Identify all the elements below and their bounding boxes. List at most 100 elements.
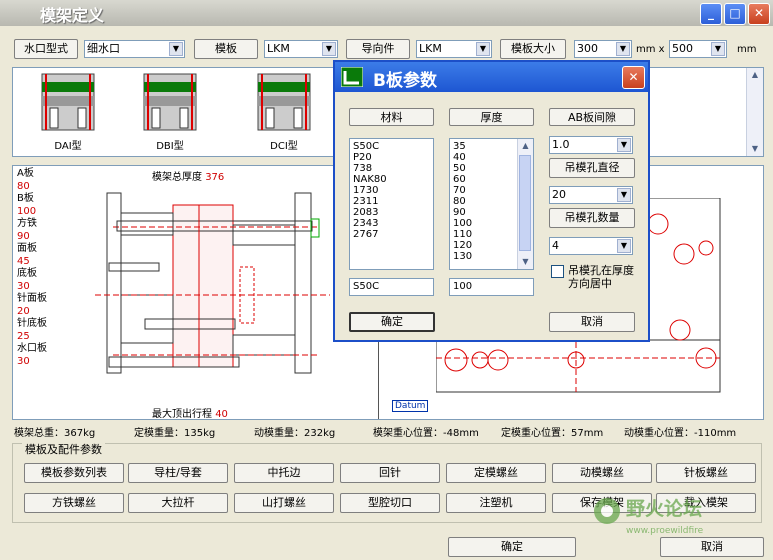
dialog-close-button[interactable]: ✕ xyxy=(622,66,645,89)
ab-gap-button[interactable]: AB板间隙 xyxy=(549,108,635,126)
moving-screw-button[interactable]: 动模螺丝 xyxy=(552,463,652,483)
moving-weight: 动模重量：232kg xyxy=(254,428,336,439)
spacer-screw-button[interactable]: 方铁螺丝 xyxy=(24,493,124,513)
height-select[interactable]: 500 ▼ xyxy=(669,40,727,58)
plate-name: 针底板 xyxy=(17,318,47,329)
maximize-button[interactable]: □ xyxy=(724,3,746,25)
thumb-dbi[interactable]: DBI型 xyxy=(130,72,210,152)
list-item[interactable]: NAK80 xyxy=(353,174,430,185)
watermark-url: www.proewildfire xyxy=(626,526,704,536)
scroll-up-icon[interactable]: ▲ xyxy=(747,68,763,82)
width-select[interactable]: 300 ▼ xyxy=(574,40,632,58)
mold-button[interactable]: 模板 xyxy=(194,39,258,59)
hole-diameter-select[interactable]: 20 ▼ xyxy=(549,186,633,204)
window-title: 模架定义 xyxy=(40,6,105,25)
plate-name: 底板 xyxy=(17,268,37,279)
moving-center: 动模重心位置：-110mm xyxy=(624,428,737,439)
hole-count-value: 4 xyxy=(552,239,559,252)
return-pin-button[interactable]: 回针 xyxy=(340,463,440,483)
chevron-down-icon: ▼ xyxy=(711,42,725,56)
scroll-thumb[interactable] xyxy=(519,155,531,251)
scroll-down-icon[interactable]: ▼ xyxy=(518,255,533,269)
fixed-screw-button[interactable]: 定模螺丝 xyxy=(446,463,546,483)
list-item[interactable]: P20 xyxy=(353,152,430,163)
list-item[interactable]: 2311 xyxy=(353,196,430,207)
max-eject-value: 40 xyxy=(215,409,228,420)
app-icon xyxy=(341,67,363,87)
plate-name: A板 xyxy=(17,168,34,179)
thickness-scrollbar[interactable]: ▲ ▼ xyxy=(517,139,533,269)
mold-size-button[interactable]: 模板大小 xyxy=(500,39,566,59)
thickness-button[interactable]: 厚度 xyxy=(449,108,534,126)
mold-value: LKM xyxy=(267,42,290,55)
guide-button[interactable]: 导向件 xyxy=(346,39,410,59)
center-checkbox[interactable] xyxy=(551,265,564,278)
material-button[interactable]: 材料 xyxy=(349,108,434,126)
ok-button[interactable]: 确定 xyxy=(448,537,576,557)
scroll-down-icon[interactable]: ▼ xyxy=(747,142,763,156)
guide-value: LKM xyxy=(419,42,442,55)
chevron-down-icon: ▼ xyxy=(616,42,630,56)
plate-name: B板 xyxy=(17,193,34,204)
thumb-label: DBI型 xyxy=(156,141,184,152)
tie-rod-button[interactable]: 大拉杆 xyxy=(128,493,228,513)
list-item[interactable]: 2083 xyxy=(353,207,430,218)
gallery-scrollbar[interactable]: ▲ ▼ xyxy=(746,68,763,156)
height-value: 500 xyxy=(672,42,693,55)
hole-diameter-button[interactable]: 吊模孔直径 xyxy=(549,158,635,178)
material-listbox[interactable]: S50C P20 738 NAK80 1730 2311 2083 2343 2… xyxy=(349,138,434,270)
mold-thumbnail-icon xyxy=(143,73,197,131)
width-value: 300 xyxy=(577,42,598,55)
plate-value: 45 xyxy=(17,255,30,267)
plate-value: 80 xyxy=(17,180,30,192)
plate-value: 30 xyxy=(17,355,30,367)
minimize-button[interactable]: _ xyxy=(700,3,722,25)
material-input[interactable]: S50C xyxy=(349,278,434,296)
list-item[interactable]: S50C xyxy=(353,141,430,152)
close-button[interactable]: ✕ xyxy=(748,3,770,25)
mold-thumbnail-icon xyxy=(257,73,311,131)
watermark: 野火论坛 www.proewildfire xyxy=(592,494,732,546)
dialog-cancel-button[interactable]: 取消 xyxy=(549,312,635,332)
gate-type-select[interactable]: 细水口 ▼ xyxy=(84,40,185,58)
center-support-button[interactable]: 中托边 xyxy=(234,463,334,483)
ab-gap-select[interactable]: 1.0 ▼ xyxy=(549,136,633,154)
thumb-label: DCI型 xyxy=(270,141,298,152)
list-item[interactable]: 2343 xyxy=(353,218,430,229)
thumb-label: DAI型 xyxy=(54,141,82,152)
list-item[interactable]: 738 xyxy=(353,163,430,174)
dialog-titlebar: B板参数 ✕ xyxy=(335,62,648,92)
gate-type-button[interactable]: 水口型式 xyxy=(14,39,78,59)
plate-params-list-button[interactable]: 模板参数列表 xyxy=(24,463,124,483)
plate-list: A板 80 B板 100 方铁 90 面板 45 底板 30 针面板 20 针底… xyxy=(17,168,65,368)
thumb-dci[interactable]: DCI型 xyxy=(244,72,324,152)
datum-label: Datum xyxy=(392,400,429,412)
forum-logo-icon xyxy=(594,498,620,524)
fixed-weight: 定模重量：135kg xyxy=(134,428,216,439)
mm-x-label: mm x xyxy=(636,44,665,55)
ejector-screw-button[interactable]: 针板螺丝 xyxy=(656,463,756,483)
hole-count-select[interactable]: 4 ▼ xyxy=(549,237,633,255)
shoulder-screw-button[interactable]: 山打螺丝 xyxy=(234,493,334,513)
mold-select[interactable]: LKM ▼ xyxy=(264,40,338,58)
thickness-listbox[interactable]: 35 40 50 60 70 80 90 100 110 120 130 ▲ ▼ xyxy=(449,138,534,270)
center-of-gravity: 模架重心位置：-48mm xyxy=(373,428,479,439)
plate-value: 100 xyxy=(17,205,37,217)
fixed-center: 定模重心位置：57mm xyxy=(501,428,604,439)
mm-label: mm xyxy=(737,44,757,55)
plate-value: 30 xyxy=(17,280,30,292)
list-item[interactable]: 2767 xyxy=(353,229,430,240)
max-eject-label: 最大顶出行程 xyxy=(152,409,212,420)
cavity-cut-button[interactable]: 型腔切口 xyxy=(340,493,440,513)
injection-machine-button[interactable]: 注塑机 xyxy=(446,493,546,513)
guide-select[interactable]: LKM ▼ xyxy=(416,40,492,58)
watermark-text: 野火论坛 xyxy=(626,498,703,520)
guide-pillar-button[interactable]: 导柱/导套 xyxy=(128,463,228,483)
list-item[interactable]: 1730 xyxy=(353,185,430,196)
total-thickness-label: 模架总厚度 xyxy=(152,172,202,183)
dialog-ok-button[interactable]: 确定 xyxy=(349,312,435,332)
hole-count-button[interactable]: 吊模孔数量 xyxy=(549,208,635,228)
thickness-input[interactable]: 100 xyxy=(449,278,534,296)
thumb-dai[interactable]: DAI型 xyxy=(28,72,108,152)
scroll-up-icon[interactable]: ▲ xyxy=(518,139,533,153)
